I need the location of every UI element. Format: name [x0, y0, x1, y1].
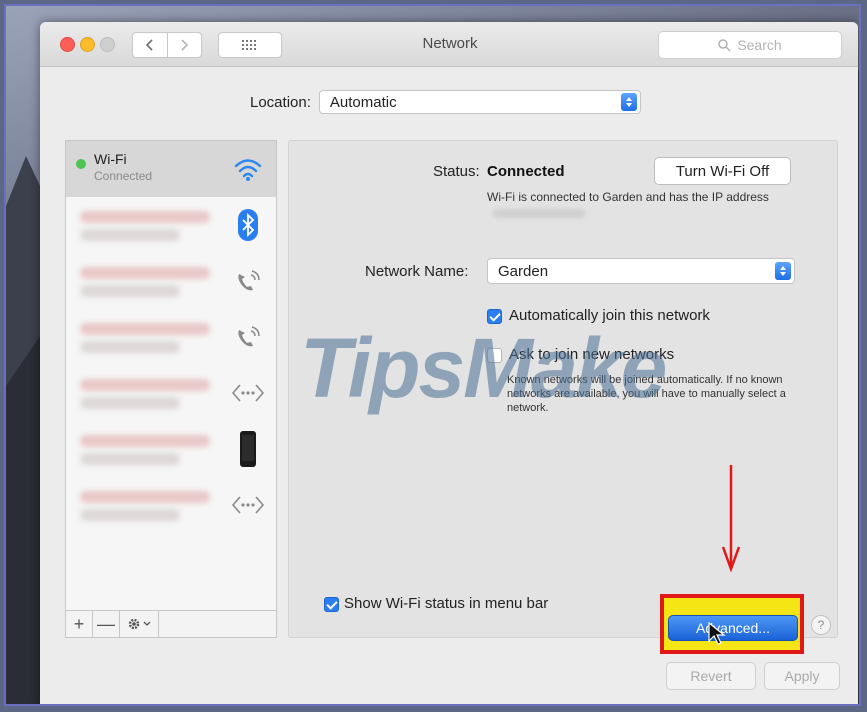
close-window-button[interactable]	[60, 37, 75, 52]
wifi-icon	[230, 151, 266, 187]
gear-icon	[128, 618, 140, 630]
chevron-down-icon	[143, 621, 151, 626]
ethernet-arrows-icon	[230, 375, 266, 411]
help-button[interactable]: ?	[811, 615, 831, 635]
show-all-button[interactable]	[218, 32, 282, 58]
location-label: Location:	[250, 93, 311, 111]
sidebar-item-ethernet-2[interactable]	[66, 477, 276, 533]
ethernet-arrows-icon	[230, 487, 266, 523]
network-name-value: Garden	[498, 262, 549, 280]
network-preferences-window: Network Search Location: Automatic Wi-Fi…	[40, 22, 858, 704]
blurred-service-name	[80, 323, 210, 335]
status-description-text: Wi-Fi is connected to Garden and has the…	[487, 190, 769, 204]
revert-button[interactable]: Revert	[666, 662, 756, 690]
search-field[interactable]: Search	[658, 31, 842, 59]
wifi-detail-panel: Status: Connected Turn Wi-Fi Off Wi-Fi i…	[288, 140, 838, 638]
network-name-select[interactable]: Garden	[487, 258, 795, 284]
show-wifi-status-label: Show Wi-Fi status in menu bar	[344, 595, 549, 612]
blurred-service-status	[80, 229, 180, 241]
sidebar-item-ethernet-1[interactable]	[66, 365, 276, 421]
blurred-service-name	[80, 435, 210, 447]
action-menu-button[interactable]	[120, 611, 159, 637]
stepper-icon	[620, 93, 637, 111]
service-status: Connected	[94, 169, 153, 183]
blurred-ip-address	[493, 209, 585, 219]
title-bar: Network Search	[40, 22, 858, 67]
blurred-service-status	[80, 509, 180, 521]
blurred-service-status	[80, 341, 180, 353]
status-value: Connected	[487, 163, 565, 180]
ask-join-checkbox[interactable]	[487, 348, 502, 363]
status-label: Status:	[433, 163, 480, 180]
status-description: Wi-Fi is connected to Garden and has the…	[487, 189, 777, 221]
sidebar-item-phone-1[interactable]	[66, 253, 276, 309]
ask-join-description: Known networks will be joined automatica…	[507, 374, 786, 414]
status-dot	[76, 159, 86, 169]
grid-icon	[242, 40, 256, 50]
back-button[interactable]	[133, 33, 167, 57]
show-wifi-status-checkbox[interactable]	[324, 597, 339, 612]
auto-join-label: Automatically join this network	[509, 307, 710, 324]
sidebar-item-iphone[interactable]	[66, 421, 276, 477]
mouse-pointer-icon	[708, 622, 726, 645]
stepper-icon	[775, 262, 791, 280]
remove-service-button[interactable]: —	[93, 611, 120, 637]
auto-join-checkbox[interactable]	[487, 309, 502, 324]
navigation-buttons	[132, 32, 202, 58]
blurred-service-name	[80, 379, 210, 391]
phone-icon	[230, 319, 266, 355]
search-icon	[718, 38, 731, 52]
minimize-window-button[interactable]	[80, 37, 95, 52]
advanced-button[interactable]: Advanced...	[668, 615, 798, 641]
chevron-left-icon	[145, 39, 153, 51]
add-service-button[interactable]: +	[66, 611, 93, 637]
bluetooth-icon	[230, 207, 266, 243]
network-name-label: Network Name:	[365, 263, 469, 280]
zoom-window-button[interactable]	[100, 37, 115, 52]
forward-button[interactable]	[166, 33, 202, 57]
annotation-arrow-icon	[721, 465, 741, 573]
blurred-service-name	[80, 267, 210, 279]
blurred-service-name	[80, 491, 210, 503]
sidebar-item-bluetooth[interactable]	[66, 197, 276, 253]
blurred-service-name	[80, 211, 210, 223]
blurred-service-status	[80, 285, 180, 297]
window-title: Network	[422, 35, 478, 52]
sidebar-item-phone-2[interactable]	[66, 309, 276, 365]
ask-join-label: Ask to join new networks	[509, 346, 675, 363]
service-list: Wi-Fi Connected + —	[65, 140, 277, 638]
search-placeholder: Search	[737, 37, 782, 53]
location-row: Location: Automatic	[250, 90, 641, 114]
chevron-right-icon	[181, 39, 189, 51]
location-select[interactable]: Automatic	[318, 90, 641, 114]
iphone-device-icon	[230, 431, 266, 467]
service-name: Wi-Fi	[94, 151, 127, 167]
sidebar-item-wifi[interactable]: Wi-Fi Connected	[66, 141, 276, 197]
service-list-toolbar: + —	[66, 610, 276, 637]
phone-icon	[230, 263, 266, 299]
blurred-service-status	[80, 453, 180, 465]
apply-button[interactable]: Apply	[764, 662, 840, 690]
turn-wifi-off-button[interactable]: Turn Wi-Fi Off	[654, 157, 791, 185]
location-value: Automatic	[329, 93, 397, 111]
blurred-service-status	[80, 397, 180, 409]
screenshot-frame: Network Search Location: Automatic Wi-Fi…	[4, 4, 861, 706]
